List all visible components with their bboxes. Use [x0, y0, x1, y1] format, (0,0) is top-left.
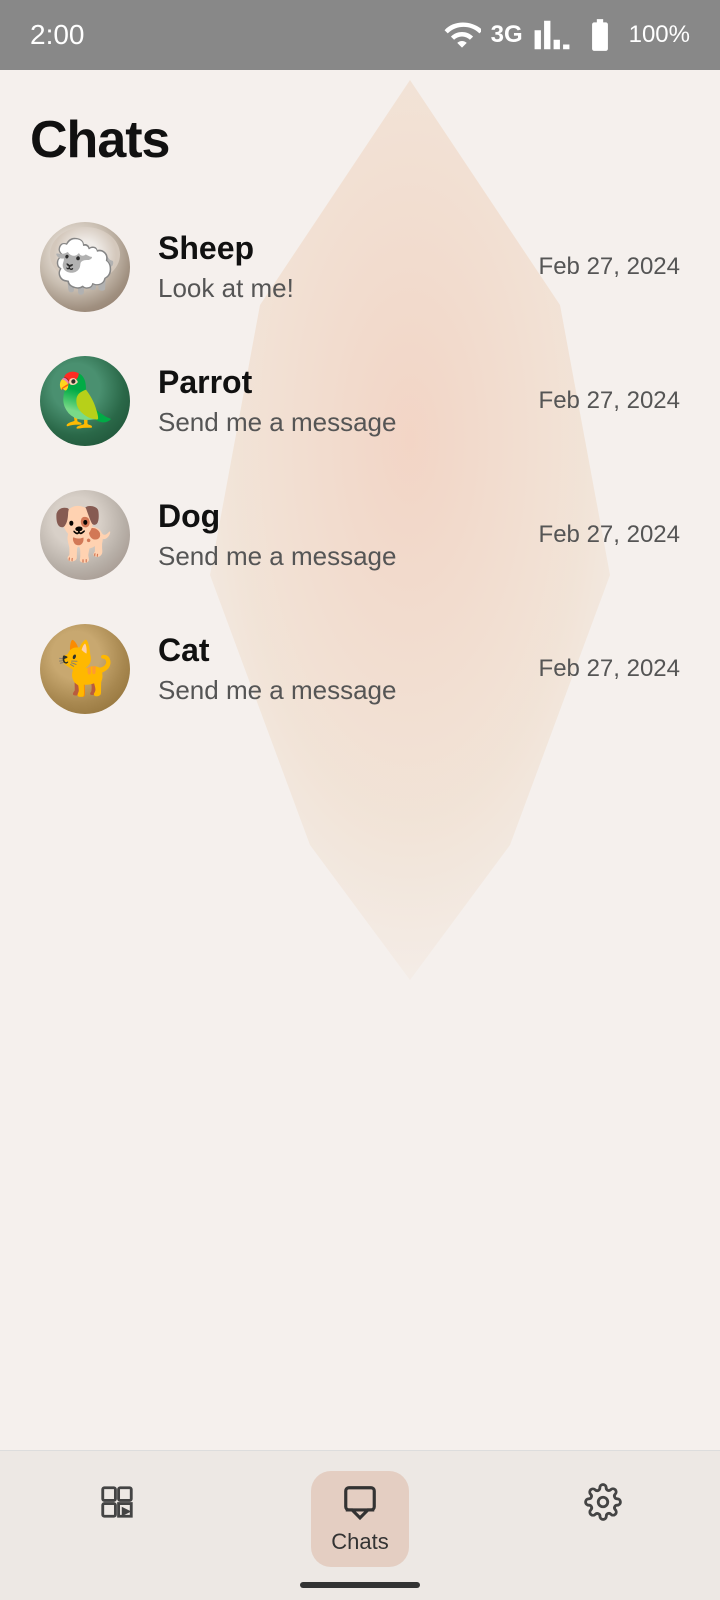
avatar-cat — [40, 624, 130, 714]
home-indicator — [300, 1582, 420, 1588]
chat-preview-dog: Send me a message — [158, 541, 523, 572]
page-title: Chats — [30, 110, 690, 170]
chat-info-cat: Cat Send me a message — [158, 632, 523, 706]
chat-info-sheep: Sheep Look at me! — [158, 230, 523, 304]
chat-info-dog: Dog Send me a message — [158, 498, 523, 572]
chat-date-sheep: Feb 27, 2024 — [539, 253, 680, 281]
chat-name-parrot: Parrot — [158, 364, 523, 401]
chat-preview-parrot: Send me a message — [158, 407, 523, 438]
chat-info-parrot: Parrot Send me a message — [158, 364, 523, 438]
nav-item-chats[interactable]: Chats — [311, 1471, 408, 1567]
chat-date-parrot: Feb 27, 2024 — [539, 387, 680, 415]
media-icon — [98, 1483, 136, 1521]
chat-icon — [341, 1483, 379, 1521]
avatar-sheep — [40, 222, 130, 312]
chat-name-cat: Cat — [158, 632, 523, 669]
status-icons: 3G 100% — [443, 16, 690, 54]
nav-label-chats: Chats — [331, 1529, 388, 1555]
wifi-icon — [443, 16, 481, 54]
battery-icon — [581, 16, 619, 54]
chat-item-parrot[interactable]: Parrot Send me a message Feb 27, 2024 — [30, 334, 690, 468]
chat-preview-sheep: Look at me! — [158, 273, 523, 304]
chat-item-cat[interactable]: Cat Send me a message Feb 27, 2024 — [30, 602, 690, 736]
network-label: 3G — [491, 21, 523, 49]
main-content: Chats Sheep Look at me! Feb 27, 2024 Par… — [0, 70, 720, 736]
chat-item-dog[interactable]: Dog Send me a message Feb 27, 2024 — [30, 468, 690, 602]
nav-item-media[interactable] — [78, 1471, 156, 1533]
bottom-nav: Chats — [0, 1450, 720, 1600]
avatar-dog — [40, 490, 130, 580]
chat-name-dog: Dog — [158, 498, 523, 535]
chat-item-sheep[interactable]: Sheep Look at me! Feb 27, 2024 — [30, 200, 690, 334]
battery-label: 100% — [629, 21, 690, 49]
chat-list: Sheep Look at me! Feb 27, 2024 Parrot Se… — [30, 200, 690, 736]
signal-icon — [533, 16, 571, 54]
chat-date-cat: Feb 27, 2024 — [539, 655, 680, 683]
status-time: 2:00 — [30, 19, 85, 51]
avatar-parrot — [40, 356, 130, 446]
status-bar: 2:00 3G 100% — [0, 0, 720, 70]
chat-date-dog: Feb 27, 2024 — [539, 521, 680, 549]
chat-name-sheep: Sheep — [158, 230, 523, 267]
settings-icon — [584, 1483, 622, 1521]
nav-item-settings[interactable] — [564, 1471, 642, 1533]
chat-preview-cat: Send me a message — [158, 675, 523, 706]
